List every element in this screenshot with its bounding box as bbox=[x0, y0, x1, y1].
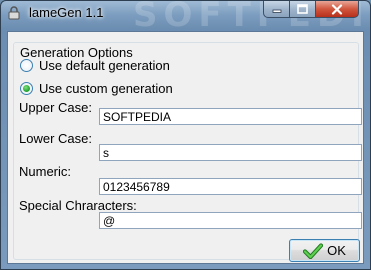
generation-options-group: Generation Options Use default generatio… bbox=[13, 42, 362, 262]
numeric-input[interactable]: 0123456789 bbox=[99, 178, 362, 195]
lock-icon bbox=[8, 6, 20, 20]
title-bar[interactable]: SOFTPEDIA lameGen 1.1 bbox=[1, 1, 370, 35]
custom-generation-radio[interactable]: Use custom generation bbox=[20, 81, 173, 96]
caption-buttons bbox=[263, 1, 359, 19]
default-generation-radio[interactable]: Use default generation bbox=[20, 58, 170, 73]
custom-generation-label: Use custom generation bbox=[39, 81, 173, 96]
ok-label: OK bbox=[327, 243, 346, 258]
close-button[interactable] bbox=[316, 1, 359, 18]
special-characters-label: Special Chraracters: bbox=[19, 198, 137, 213]
minimize-icon bbox=[272, 9, 281, 13]
dialog-client-area: Generation Options Use default generatio… bbox=[7, 31, 364, 264]
window-title: lameGen 1.1 bbox=[29, 5, 104, 20]
checkmark-icon bbox=[303, 242, 324, 259]
app-window: SOFTPEDIA lameGen 1.1 bbox=[0, 0, 371, 270]
minimize-button[interactable] bbox=[263, 1, 290, 18]
close-icon bbox=[331, 3, 343, 15]
maximize-button[interactable] bbox=[290, 1, 316, 18]
upper-case-label: Upper Case: bbox=[19, 100, 92, 115]
numeric-label: Numeric: bbox=[19, 164, 72, 179]
default-generation-label: Use default generation bbox=[39, 58, 170, 73]
radio-checked-icon bbox=[20, 82, 33, 95]
special-characters-input[interactable]: @ bbox=[99, 212, 362, 229]
maximize-icon bbox=[297, 4, 308, 14]
radio-unchecked-icon bbox=[20, 59, 33, 72]
lower-case-input[interactable]: s bbox=[99, 144, 362, 161]
lower-case-label: Lower Case: bbox=[19, 131, 92, 146]
ok-button[interactable]: OK bbox=[289, 239, 360, 262]
upper-case-input[interactable]: SOFTPEDIA bbox=[99, 108, 362, 125]
